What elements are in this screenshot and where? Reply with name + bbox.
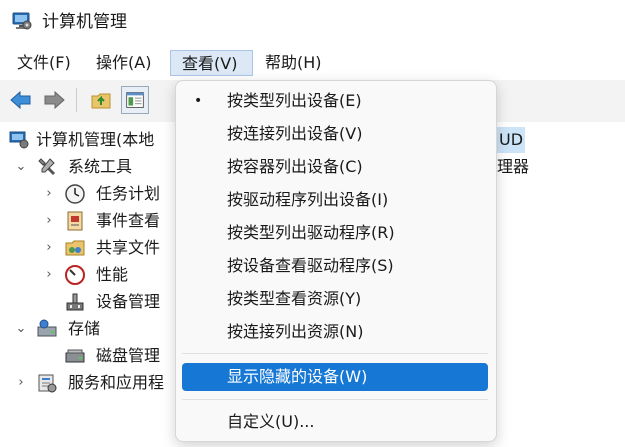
forward-arrow-icon[interactable] bbox=[40, 86, 68, 114]
tree-item-task-scheduler[interactable]: › 任务计划 bbox=[0, 181, 180, 207]
chevron-right-icon[interactable]: › bbox=[42, 268, 56, 282]
computer-management-icon bbox=[9, 131, 29, 149]
menu-item-customize[interactable]: 自定义(U)... bbox=[182, 408, 488, 436]
event-viewer-icon bbox=[67, 211, 83, 231]
tree-item-event-viewer[interactable]: › 事件查看 bbox=[0, 208, 180, 234]
tools-icon bbox=[38, 158, 56, 176]
right-pane-selected-text[interactable]: UD bbox=[497, 127, 526, 153]
menu-item-devices-by-driver[interactable]: 按驱动程序列出设备(I) bbox=[182, 186, 488, 214]
menu-bar: 文件(F) 操作(A) 查看(V) 帮助(H) bbox=[0, 44, 625, 80]
clock-icon bbox=[65, 184, 85, 204]
chevron-down-icon[interactable]: ⌄ bbox=[14, 160, 28, 174]
tree-label: 服务和应用程 bbox=[68, 373, 165, 392]
chevron-right-icon[interactable]: › bbox=[42, 214, 56, 228]
menu-file[interactable]: 文件(F) bbox=[11, 50, 77, 76]
services-icon bbox=[38, 374, 57, 393]
menu-item-show-hidden-devices[interactable]: 显示隐藏的设备(W) bbox=[182, 363, 488, 391]
back-arrow-icon[interactable] bbox=[7, 86, 35, 114]
menu-item-devices-by-container[interactable]: 按容器列出设备(C) bbox=[182, 153, 488, 181]
tree-label: 设备管理 bbox=[96, 292, 161, 311]
tree-item-disk-management[interactable]: 磁盘管理 bbox=[0, 343, 180, 369]
menu-help[interactable]: 帮助(H) bbox=[259, 50, 328, 76]
tree-label: 存储 bbox=[68, 319, 101, 338]
check-bullet-icon: • bbox=[194, 93, 203, 109]
menu-item-drivers-by-device[interactable]: 按设备查看驱动程序(S) bbox=[182, 252, 488, 280]
menu-item-resources-by-connection[interactable]: 按连接列出资源(N) bbox=[182, 318, 488, 346]
tree-label: 共享文件 bbox=[96, 238, 161, 257]
view-dropdown-menu: • 按类型列出设备(E) 按连接列出设备(V) 按容器列出设备(C) 按驱动程序… bbox=[175, 80, 497, 442]
computer-management-icon bbox=[12, 12, 32, 30]
menu-separator bbox=[182, 399, 488, 400]
tree-label: 事件查看 bbox=[96, 211, 161, 230]
device-manager-icon bbox=[66, 293, 84, 311]
tree-item-storage[interactable]: ⌄ 存储 bbox=[0, 316, 180, 342]
title-bar: 计算机管理 bbox=[0, 0, 625, 44]
show-hide-console-tree-icon[interactable] bbox=[121, 86, 149, 114]
tree-item-shared-folders[interactable]: › 共享文件 bbox=[0, 235, 180, 261]
menu-item-drivers-by-type[interactable]: 按类型列出驱动程序(R) bbox=[182, 219, 488, 247]
menu-item-devices-by-type[interactable]: • 按类型列出设备(E) bbox=[182, 87, 488, 115]
chevron-right-icon[interactable]: › bbox=[42, 241, 56, 255]
menu-item-devices-by-connection[interactable]: 按连接列出设备(V) bbox=[182, 120, 488, 148]
window-title: 计算机管理 bbox=[42, 12, 127, 32]
tree-label: 性能 bbox=[96, 265, 129, 284]
chevron-right-icon[interactable]: › bbox=[14, 376, 28, 390]
tree-item-device-manager[interactable]: 设备管理 bbox=[0, 289, 180, 315]
performance-gauge-icon bbox=[65, 265, 85, 285]
shared-folder-icon bbox=[65, 240, 85, 256]
tree-root-row[interactable]: 计算机管理(本地 bbox=[0, 127, 180, 153]
tree-root-label: 计算机管理(本地 bbox=[36, 130, 155, 149]
menu-item-resources-by-type[interactable]: 按类型查看资源(Y) bbox=[182, 285, 488, 313]
disk-icon bbox=[65, 349, 85, 363]
menu-separator bbox=[182, 353, 488, 354]
chevron-down-icon[interactable]: ⌄ bbox=[14, 322, 28, 336]
tree-item-performance[interactable]: › 性能 bbox=[0, 262, 180, 288]
storage-icon bbox=[37, 319, 57, 337]
up-folder-icon[interactable] bbox=[88, 86, 116, 114]
tree-item-system-tools[interactable]: ⌄ 系统工具 bbox=[0, 154, 180, 180]
tree-label: 系统工具 bbox=[68, 157, 133, 176]
menu-action[interactable]: 操作(A) bbox=[90, 50, 157, 76]
toolbar-separator bbox=[76, 88, 77, 112]
tree-label: 任务计划 bbox=[96, 184, 161, 203]
right-pane-text: 理器 bbox=[497, 157, 530, 176]
menu-view[interactable]: 查看(V) bbox=[170, 50, 253, 76]
chevron-right-icon[interactable]: › bbox=[42, 187, 56, 201]
tree-item-services-apps[interactable]: › 服务和应用程 bbox=[0, 370, 180, 396]
tree-label: 磁盘管理 bbox=[96, 346, 161, 365]
